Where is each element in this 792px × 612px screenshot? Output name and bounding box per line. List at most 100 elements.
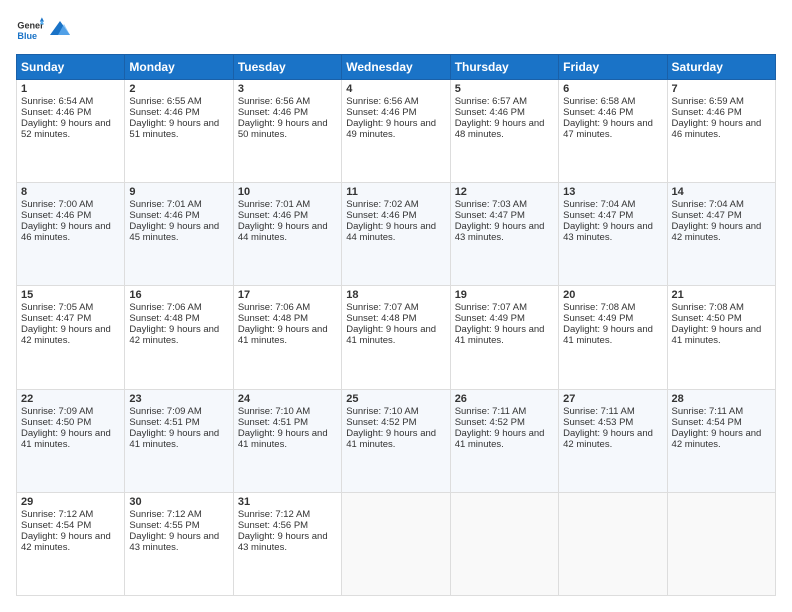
- sunrise: Sunrise: 6:54 AM: [21, 96, 93, 107]
- svg-text:Blue: Blue: [17, 31, 37, 41]
- sunrise: Sunrise: 7:11 AM: [455, 406, 527, 417]
- sunset: Sunset: 4:46 PM: [346, 210, 416, 221]
- sunrise: Sunrise: 7:08 AM: [672, 302, 744, 313]
- sunset: Sunset: 4:51 PM: [238, 417, 308, 428]
- sunrise: Sunrise: 7:10 AM: [346, 406, 418, 417]
- day-header-thursday: Thursday: [450, 55, 558, 80]
- daylight: Daylight: 9 hours and 42 minutes.: [21, 531, 111, 553]
- sunset: Sunset: 4:55 PM: [129, 520, 199, 531]
- sunset: Sunset: 4:48 PM: [129, 313, 199, 324]
- sunrise: Sunrise: 7:02 AM: [346, 199, 418, 210]
- sunset: Sunset: 4:46 PM: [455, 107, 525, 118]
- daylight: Daylight: 9 hours and 42 minutes.: [672, 221, 762, 243]
- day-number: 5: [455, 83, 554, 95]
- calendar-cell: 20Sunrise: 7:08 AMSunset: 4:49 PMDayligh…: [559, 286, 667, 389]
- sunrise: Sunrise: 7:00 AM: [21, 199, 93, 210]
- day-number: 10: [238, 186, 337, 198]
- sunrise: Sunrise: 7:08 AM: [563, 302, 635, 313]
- sunset: Sunset: 4:48 PM: [238, 313, 308, 324]
- sunset: Sunset: 4:52 PM: [346, 417, 416, 428]
- sunrise: Sunrise: 7:06 AM: [238, 302, 310, 313]
- sunset: Sunset: 4:47 PM: [455, 210, 525, 221]
- calendar-cell: 29Sunrise: 7:12 AMSunset: 4:54 PMDayligh…: [17, 492, 125, 595]
- sunrise: Sunrise: 7:04 AM: [672, 199, 744, 210]
- sunrise: Sunrise: 7:12 AM: [129, 509, 201, 520]
- day-header-saturday: Saturday: [667, 55, 775, 80]
- day-number: 28: [672, 393, 771, 405]
- daylight: Daylight: 9 hours and 46 minutes.: [21, 221, 111, 243]
- daylight: Daylight: 9 hours and 42 minutes.: [21, 324, 111, 346]
- sunset: Sunset: 4:46 PM: [129, 107, 199, 118]
- daylight: Daylight: 9 hours and 42 minutes.: [672, 428, 762, 450]
- day-header-monday: Monday: [125, 55, 233, 80]
- daylight: Daylight: 9 hours and 51 minutes.: [129, 118, 219, 140]
- sunrise: Sunrise: 6:57 AM: [455, 96, 527, 107]
- day-number: 24: [238, 393, 337, 405]
- calendar-cell: 26Sunrise: 7:11 AMSunset: 4:52 PMDayligh…: [450, 389, 558, 492]
- day-number: 3: [238, 83, 337, 95]
- day-number: 4: [346, 83, 445, 95]
- daylight: Daylight: 9 hours and 49 minutes.: [346, 118, 436, 140]
- calendar-cell: 23Sunrise: 7:09 AMSunset: 4:51 PMDayligh…: [125, 389, 233, 492]
- sunrise: Sunrise: 7:11 AM: [672, 406, 744, 417]
- calendar-cell: 25Sunrise: 7:10 AMSunset: 4:52 PMDayligh…: [342, 389, 450, 492]
- calendar-cell: 17Sunrise: 7:06 AMSunset: 4:48 PMDayligh…: [233, 286, 341, 389]
- sunset: Sunset: 4:49 PM: [563, 313, 633, 324]
- calendar-header-row: SundayMondayTuesdayWednesdayThursdayFrid…: [17, 55, 776, 80]
- calendar-table: SundayMondayTuesdayWednesdayThursdayFrid…: [16, 54, 776, 596]
- calendar-cell: 28Sunrise: 7:11 AMSunset: 4:54 PMDayligh…: [667, 389, 775, 492]
- daylight: Daylight: 9 hours and 43 minutes.: [455, 221, 545, 243]
- calendar-cell: 22Sunrise: 7:09 AMSunset: 4:50 PMDayligh…: [17, 389, 125, 492]
- calendar-cell: 10Sunrise: 7:01 AMSunset: 4:46 PMDayligh…: [233, 183, 341, 286]
- sunset: Sunset: 4:46 PM: [129, 210, 199, 221]
- day-number: 21: [672, 289, 771, 301]
- daylight: Daylight: 9 hours and 41 minutes.: [238, 324, 328, 346]
- calendar-cell: 21Sunrise: 7:08 AMSunset: 4:50 PMDayligh…: [667, 286, 775, 389]
- sunset: Sunset: 4:46 PM: [238, 107, 308, 118]
- page: General Blue: [0, 0, 792, 612]
- sunset: Sunset: 4:54 PM: [672, 417, 742, 428]
- day-number: 6: [563, 83, 662, 95]
- sunset: Sunset: 4:46 PM: [346, 107, 416, 118]
- calendar-week-row: 8Sunrise: 7:00 AMSunset: 4:46 PMDaylight…: [17, 183, 776, 286]
- sunrise: Sunrise: 7:10 AM: [238, 406, 310, 417]
- calendar-cell: 2Sunrise: 6:55 AMSunset: 4:46 PMDaylight…: [125, 80, 233, 183]
- day-header-tuesday: Tuesday: [233, 55, 341, 80]
- day-number: 12: [455, 186, 554, 198]
- sunset: Sunset: 4:46 PM: [563, 107, 633, 118]
- sunset: Sunset: 4:46 PM: [238, 210, 308, 221]
- calendar-cell: 8Sunrise: 7:00 AMSunset: 4:46 PMDaylight…: [17, 183, 125, 286]
- day-number: 15: [21, 289, 120, 301]
- calendar-cell: 18Sunrise: 7:07 AMSunset: 4:48 PMDayligh…: [342, 286, 450, 389]
- calendar-cell: 27Sunrise: 7:11 AMSunset: 4:53 PMDayligh…: [559, 389, 667, 492]
- calendar-cell: 7Sunrise: 6:59 AMSunset: 4:46 PMDaylight…: [667, 80, 775, 183]
- sunset: Sunset: 4:54 PM: [21, 520, 91, 531]
- day-header-sunday: Sunday: [17, 55, 125, 80]
- daylight: Daylight: 9 hours and 41 minutes.: [455, 324, 545, 346]
- calendar-cell: 3Sunrise: 6:56 AMSunset: 4:46 PMDaylight…: [233, 80, 341, 183]
- calendar-week-row: 22Sunrise: 7:09 AMSunset: 4:50 PMDayligh…: [17, 389, 776, 492]
- calendar-cell: 19Sunrise: 7:07 AMSunset: 4:49 PMDayligh…: [450, 286, 558, 389]
- calendar-week-row: 1Sunrise: 6:54 AMSunset: 4:46 PMDaylight…: [17, 80, 776, 183]
- day-number: 31: [238, 496, 337, 508]
- daylight: Daylight: 9 hours and 41 minutes.: [129, 428, 219, 450]
- sunset: Sunset: 4:46 PM: [672, 107, 742, 118]
- sunrise: Sunrise: 7:07 AM: [346, 302, 418, 313]
- calendar-cell: [450, 492, 558, 595]
- sunrise: Sunrise: 7:11 AM: [563, 406, 635, 417]
- day-header-wednesday: Wednesday: [342, 55, 450, 80]
- daylight: Daylight: 9 hours and 42 minutes.: [129, 324, 219, 346]
- day-number: 20: [563, 289, 662, 301]
- sunrise: Sunrise: 6:56 AM: [238, 96, 310, 107]
- sunset: Sunset: 4:46 PM: [21, 107, 91, 118]
- day-number: 26: [455, 393, 554, 405]
- daylight: Daylight: 9 hours and 41 minutes.: [346, 428, 436, 450]
- calendar-cell: [559, 492, 667, 595]
- sunset: Sunset: 4:47 PM: [672, 210, 742, 221]
- calendar-cell: 6Sunrise: 6:58 AMSunset: 4:46 PMDaylight…: [559, 80, 667, 183]
- calendar-week-row: 15Sunrise: 7:05 AMSunset: 4:47 PMDayligh…: [17, 286, 776, 389]
- daylight: Daylight: 9 hours and 41 minutes.: [21, 428, 111, 450]
- day-number: 11: [346, 186, 445, 198]
- sunrise: Sunrise: 7:04 AM: [563, 199, 635, 210]
- sunrise: Sunrise: 7:03 AM: [455, 199, 527, 210]
